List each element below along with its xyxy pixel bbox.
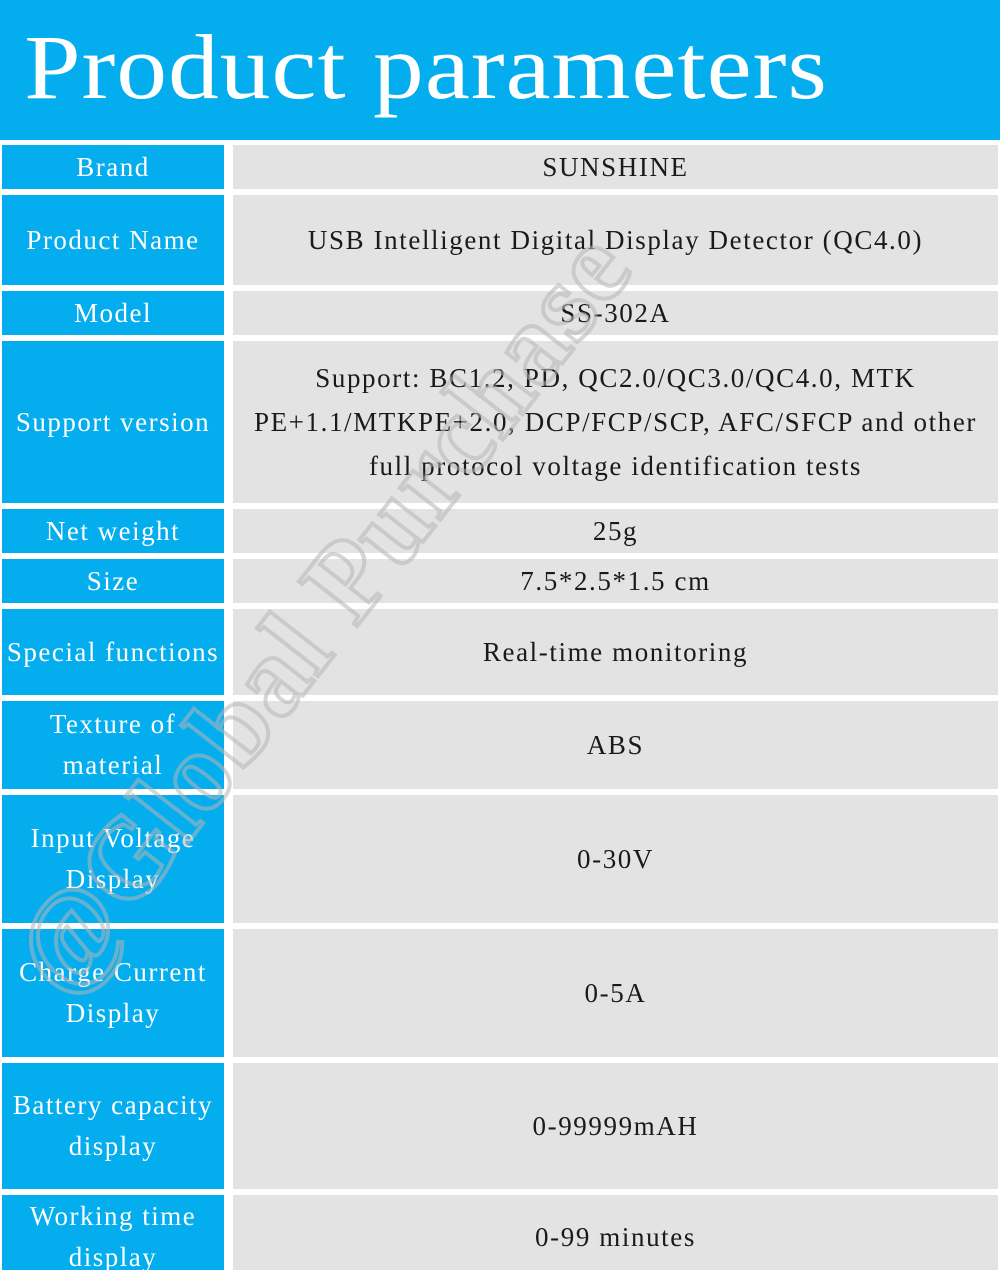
parameter-label: Texture of material (2, 701, 224, 789)
table-row: Charge Current Display 0-5A (0, 929, 1000, 1057)
table-row: Brand SUNSHINE (0, 145, 1000, 189)
parameter-value: SS-302A (233, 291, 998, 335)
parameter-value: USB Intelligent Digital Display Detector… (233, 195, 998, 285)
parameter-label: Size (2, 559, 224, 603)
table-row: Working time display 0-99 minutes (0, 1195, 1000, 1270)
parameter-value: 0-99 minutes (233, 1195, 998, 1270)
parameter-label: Charge Current Display (2, 929, 224, 1057)
product-parameters-page: Product parameters Brand SUNSHINE Produc… (0, 0, 1000, 1270)
parameter-label: Model (2, 291, 224, 335)
parameter-value: Real-time monitoring (233, 609, 998, 695)
parameter-value: 7.5*2.5*1.5 cm (233, 559, 998, 603)
table-row: Product Name USB Intelligent Digital Dis… (0, 195, 1000, 285)
parameter-label: Special functions (2, 609, 224, 695)
parameter-label: Working time display (2, 1195, 224, 1270)
table-row: Model SS-302A (0, 291, 1000, 335)
parameter-value: 25g (233, 509, 998, 553)
parameter-label: Battery capacity display (2, 1063, 224, 1189)
table-row: Support version Support: BC1.2, PD, QC2.… (0, 341, 1000, 503)
table-row: Input Voltage Display 0-30V (0, 795, 1000, 923)
parameter-value: 0-99999mAH (233, 1063, 998, 1189)
parameter-value: 0-5A (233, 929, 998, 1057)
parameter-label: Input Voltage Display (2, 795, 224, 923)
parameter-value: 0-30V (233, 795, 998, 923)
parameter-label: Brand (2, 145, 224, 189)
table-row: Size 7.5*2.5*1.5 cm (0, 559, 1000, 603)
page-header-banner: Product parameters (0, 0, 1000, 140)
table-row: Texture of material ABS (0, 701, 1000, 789)
parameters-table: Brand SUNSHINE Product Name USB Intellig… (0, 140, 1000, 1270)
table-row: Battery capacity display 0-99999mAH (0, 1063, 1000, 1189)
parameter-label: Product Name (2, 195, 224, 285)
page-title: Product parameters (24, 16, 829, 118)
parameter-value: Support: BC1.2, PD, QC2.0/QC3.0/QC4.0, M… (233, 341, 998, 503)
parameter-label: Support version (2, 341, 224, 503)
parameter-label: Net weight (2, 509, 224, 553)
table-row: Special functions Real-time monitoring (0, 609, 1000, 695)
table-row: Net weight 25g (0, 509, 1000, 553)
parameter-value: SUNSHINE (233, 145, 998, 189)
parameter-value: ABS (233, 701, 998, 789)
